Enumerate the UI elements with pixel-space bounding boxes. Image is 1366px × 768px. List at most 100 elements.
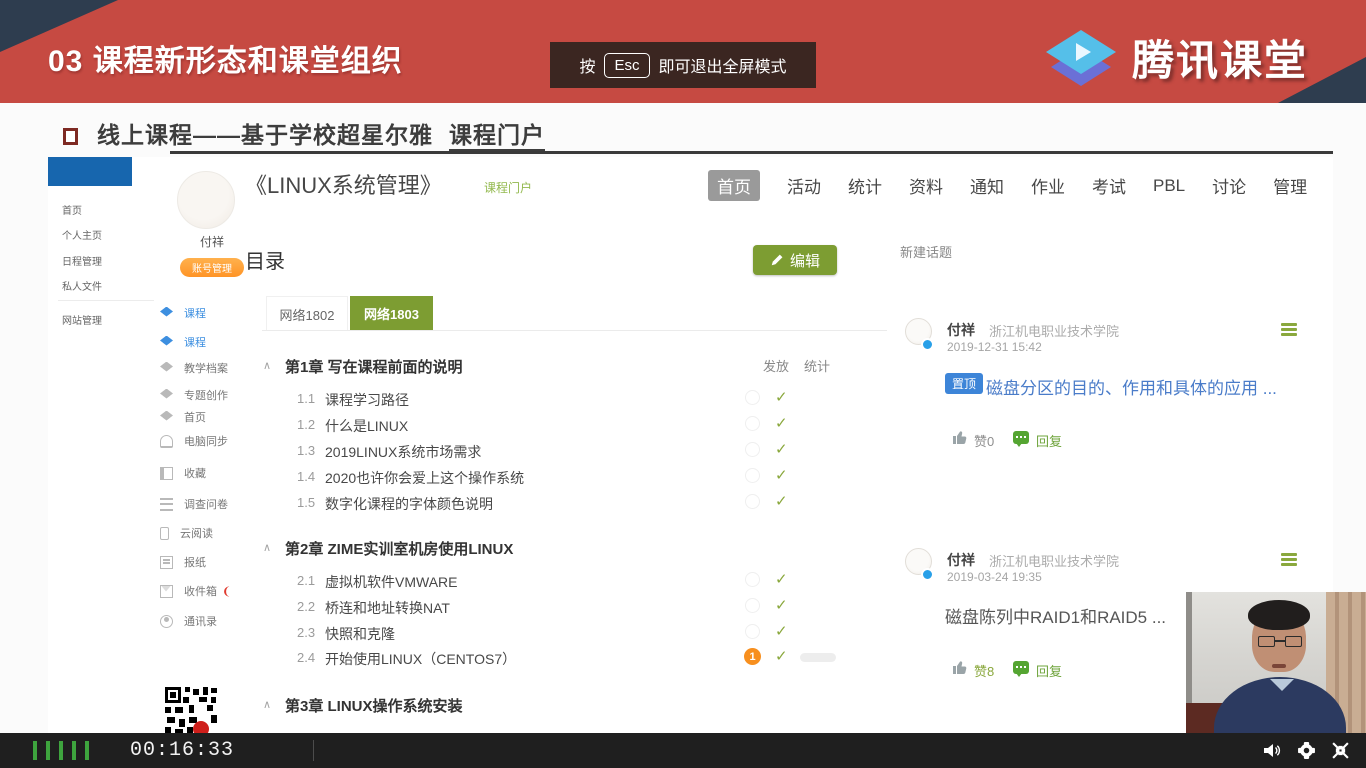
course-icon — [160, 306, 173, 317]
tab-home[interactable]: 首页 — [708, 170, 760, 201]
stats-check-icon[interactable]: ✓ — [775, 414, 788, 432]
user-avatar[interactable] — [177, 171, 235, 229]
like-count[interactable]: 赞8 — [974, 661, 994, 680]
course-portal-page: 首页 个人主页 日程管理 私人文件 网站管理 付祥 账号管理 课程 课程 教学档… — [48, 157, 1333, 735]
sidebar-item-profile[interactable]: 个人主页 — [62, 227, 102, 242]
qr-code — [163, 685, 219, 735]
like-icon[interactable] — [952, 429, 968, 445]
slide-subtitle: 线上课程——基于学校超星尔雅 课程门户 — [97, 116, 545, 151]
tab-discussion[interactable]: 讨论 — [1212, 173, 1246, 198]
release-circle[interactable] — [745, 598, 760, 613]
tab-statistics[interactable]: 统计 — [848, 173, 882, 198]
toolbar-divider — [313, 740, 314, 761]
release-circle[interactable] — [745, 572, 760, 587]
class-tab-1803[interactable]: 网络1803 — [350, 296, 433, 331]
sidebar-item-site-admin[interactable]: 网站管理 — [62, 312, 102, 327]
sidebar-item-course-2[interactable]: 课程 — [160, 335, 206, 349]
sidebar-item-course-1[interactable]: 课程 — [160, 306, 206, 320]
stats-check-icon[interactable]: ✓ — [775, 492, 788, 510]
player-control-bar: 00:16:33 — [0, 733, 1366, 768]
section-row[interactable]: 1.1 课程学习路径 ✓ — [48, 388, 898, 410]
reply-label[interactable]: 回复 — [1036, 431, 1062, 450]
stats-check-icon[interactable]: ✓ — [775, 647, 788, 665]
signal-bar — [59, 741, 63, 760]
post-title[interactable]: 磁盘陈列中RAID1和RAID5 ... — [945, 603, 1166, 628]
reply-label[interactable]: 回复 — [1036, 661, 1062, 680]
like-count[interactable]: 赞0 — [974, 431, 994, 450]
section-row[interactable]: 2.3 快照和克隆 ✓ — [48, 622, 898, 644]
signal-bar — [72, 741, 76, 760]
tab-exam[interactable]: 考试 — [1092, 173, 1126, 198]
release-circle[interactable] — [745, 624, 760, 639]
pinned-badge: 置顶 — [945, 373, 984, 394]
section-row[interactable]: 1.5 数字化课程的字体颜色说明 ✓ — [48, 492, 898, 514]
volume-icon[interactable] — [1262, 741, 1281, 760]
elapsed-time: 00:16:33 — [130, 739, 235, 762]
reply-icon[interactable] — [1013, 661, 1029, 677]
reply-icon[interactable] — [1013, 431, 1029, 447]
sidebar-item-schedule[interactable]: 日程管理 — [62, 253, 102, 268]
course-nav-tabs: 首页 活动 统计 资料 通知 作业 考试 PBL 讨论 管理 — [708, 170, 1307, 201]
section-row[interactable]: 2.4 开始使用LINUX（CENTOS7） 1 ✓ — [48, 647, 898, 669]
stats-check-icon[interactable]: ✓ — [775, 622, 788, 640]
stats-check-icon[interactable]: ✓ — [775, 570, 788, 588]
toc-heading: 目录 — [245, 251, 285, 273]
post-menu-icon[interactable] — [1281, 553, 1297, 568]
sidebar-item-files[interactable]: 私人文件 — [62, 278, 102, 293]
post-menu-icon[interactable] — [1281, 323, 1297, 338]
section-row[interactable]: 1.2 什么是LINUX ✓ — [48, 414, 898, 436]
chapter-row[interactable]: ∧ 第2章 ZIME实训室机房使用LINUX — [48, 537, 898, 559]
release-circle[interactable] — [745, 468, 760, 483]
collapse-arrow-icon[interactable]: ∧ — [263, 359, 271, 372]
tab-pbl[interactable]: PBL — [1153, 176, 1185, 196]
play-icon — [1076, 43, 1091, 61]
section-row[interactable]: 2.1 虚拟机软件VMWARE ✓ — [48, 570, 898, 592]
release-count-badge[interactable]: 1 — [744, 648, 761, 665]
section-row[interactable]: 1.4 2020也许你会爱上这个操作系统 ✓ — [48, 466, 898, 488]
post-title-link[interactable]: 磁盘分区的目的、作用和具体的应用 ... — [986, 374, 1277, 399]
release-circle[interactable] — [745, 416, 760, 431]
stats-check-icon[interactable]: ✓ — [775, 388, 788, 406]
sidebar-item-home[interactable]: 首页 — [62, 202, 82, 217]
exit-fullscreen-icon[interactable] — [1331, 741, 1350, 760]
new-topic-label[interactable]: 新建话题 — [900, 242, 952, 261]
release-circle[interactable] — [745, 494, 760, 509]
release-circle[interactable] — [745, 442, 760, 457]
esc-toast-prefix: 按 — [579, 59, 596, 76]
collapse-arrow-icon[interactable]: ∧ — [263, 698, 271, 711]
edit-button[interactable]: 编辑 — [753, 245, 837, 275]
tab-materials[interactable]: 资料 — [909, 173, 943, 198]
release-circle[interactable] — [745, 390, 760, 405]
slide-subtitle-text: 线上课程——基于学校超星尔雅 — [97, 122, 433, 148]
section-row[interactable]: 2.2 桥连和地址转换NAT ✓ — [48, 596, 898, 618]
progress-pill — [800, 653, 836, 662]
stats-check-icon[interactable]: ✓ — [775, 596, 788, 614]
slide-subtitle-link: 课程门户 — [449, 122, 545, 151]
course-subtitle: 课程门户 — [484, 181, 533, 195]
like-icon[interactable] — [952, 659, 968, 675]
post-author-org: 浙江机电职业技术学院 — [989, 554, 1120, 569]
post-author[interactable]: 付祥 — [947, 320, 975, 340]
course-icon — [160, 335, 173, 346]
user-name: 付祥 — [200, 235, 225, 249]
class-tab-1802[interactable]: 网络1802 — [266, 296, 348, 331]
chapter-row[interactable]: ∧ 第1章 写在课程前面的说明 — [48, 355, 898, 377]
tab-manage[interactable]: 管理 — [1273, 173, 1307, 198]
collapse-arrow-icon[interactable]: ∧ — [263, 541, 271, 554]
settings-gear-icon[interactable] — [1297, 741, 1316, 760]
stats-check-icon[interactable]: ✓ — [775, 466, 788, 484]
tab-notifications[interactable]: 通知 — [970, 173, 1004, 198]
esc-toast-suffix: 即可退出全屏模式 — [658, 59, 787, 76]
tab-activity[interactable]: 活动 — [787, 173, 821, 198]
account-manage-badge[interactable]: 账号管理 — [180, 258, 244, 277]
stats-check-icon[interactable]: ✓ — [775, 440, 788, 458]
exit-fullscreen-toast: 按 Esc 即可退出全屏模式 — [550, 42, 816, 88]
course-title: 《LINUX系统管理》 — [245, 173, 442, 198]
glasses — [1258, 636, 1302, 647]
heading-rule — [170, 151, 1333, 154]
teacher-role-badge — [921, 568, 934, 581]
tab-homework[interactable]: 作业 — [1031, 173, 1065, 198]
logo-text: 腾讯课堂 — [1132, 36, 1309, 84]
section-row[interactable]: 1.3 2019LINUX系统市场需求 ✓ — [48, 440, 898, 462]
post-author[interactable]: 付祥 — [947, 550, 975, 570]
